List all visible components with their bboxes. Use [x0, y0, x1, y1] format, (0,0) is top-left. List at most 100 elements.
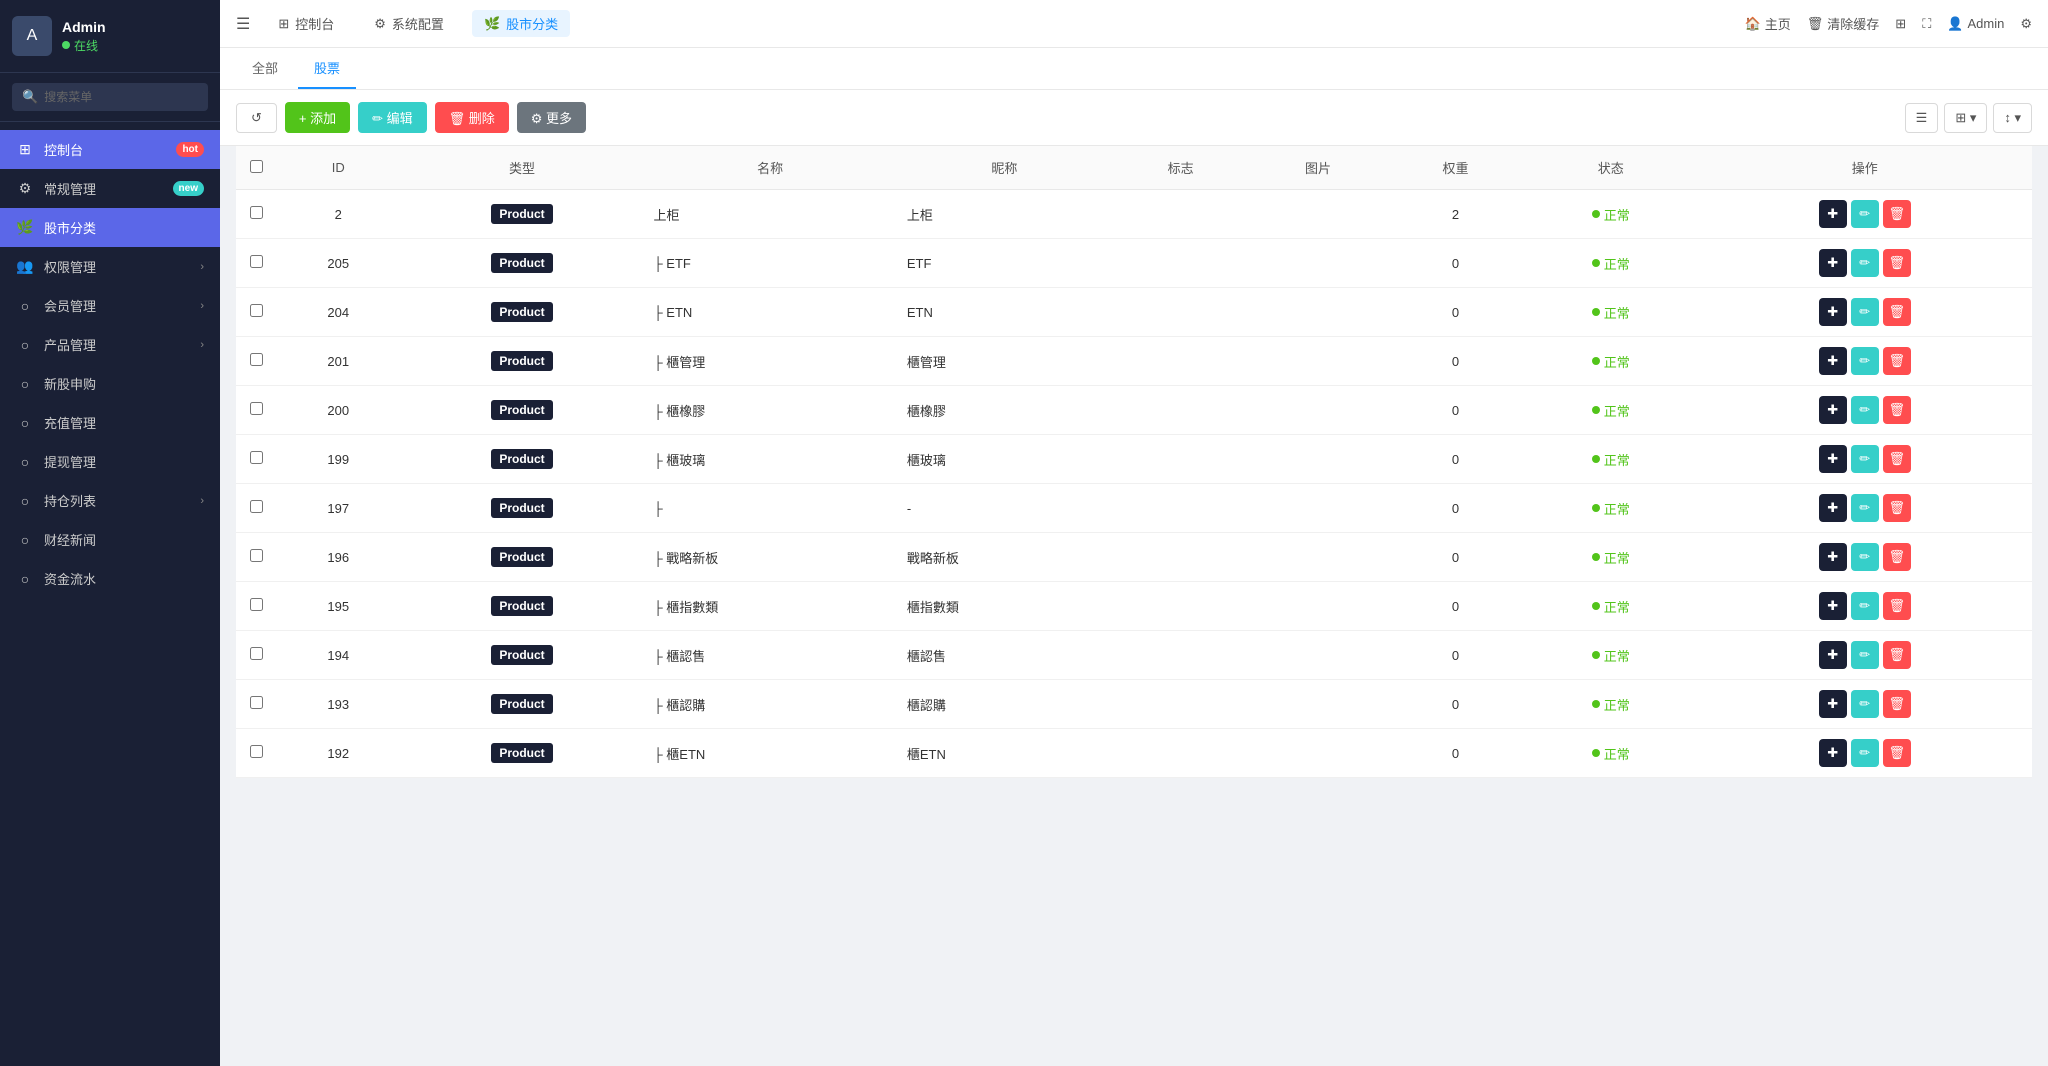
export-button[interactable]: ↕ ▾ [1993, 103, 2032, 133]
row-image [1249, 484, 1386, 533]
row-add-button[interactable]: ✚ [1819, 641, 1847, 669]
search-field-container[interactable]: 🔍 [12, 83, 208, 111]
row-actions: ✚ ✏ 🗑 [1697, 386, 2032, 435]
row-checkbox[interactable] [250, 500, 263, 513]
row-id: 204 [276, 288, 401, 337]
row-checkbox[interactable] [250, 745, 263, 758]
row-delete-button[interactable]: 🗑 [1883, 249, 1911, 277]
row-alias: 櫃認購 [897, 680, 1112, 729]
topnav-tab-sysconfig[interactable]: ⚙ 系统配置 [362, 10, 456, 37]
edit-button[interactable]: ✏ 编辑 [358, 102, 427, 133]
sidebar-item-recharge[interactable]: ○ 充值管理 [0, 403, 220, 442]
row-add-button[interactable]: ✚ [1819, 543, 1847, 571]
tab-stocks[interactable]: 股票 [298, 48, 356, 89]
settings-button[interactable]: ⚙ [2020, 16, 2032, 32]
row-checkbox[interactable] [250, 598, 263, 611]
row-checkbox[interactable] [250, 353, 263, 366]
sidebar-item-positions[interactable]: ○ 持仓列表 › [0, 481, 220, 520]
row-add-button[interactable]: ✚ [1819, 690, 1847, 718]
row-edit-button[interactable]: ✏ [1851, 592, 1879, 620]
row-delete-button[interactable]: 🗑 [1883, 396, 1911, 424]
row-add-button[interactable]: ✚ [1819, 592, 1847, 620]
status-text: 正常 [1604, 597, 1630, 616]
row-edit-button[interactable]: ✏ [1851, 494, 1879, 522]
status-text: 正常 [1604, 303, 1630, 322]
row-checkbox[interactable] [250, 206, 263, 219]
row-delete-button[interactable]: 🗑 [1883, 641, 1911, 669]
row-checkbox[interactable] [250, 255, 263, 268]
row-delete-button[interactable]: 🗑 [1883, 445, 1911, 473]
row-add-button[interactable]: ✚ [1819, 298, 1847, 326]
row-delete-button[interactable]: 🗑 [1883, 739, 1911, 767]
status-badge: 正常 [1534, 450, 1687, 469]
row-edit-button[interactable]: ✏ [1851, 298, 1879, 326]
row-checkbox[interactable] [250, 451, 263, 464]
row-add-button[interactable]: ✚ [1819, 249, 1847, 277]
home-button[interactable]: 🏠 主页 [1745, 14, 1791, 33]
sidebar-item-products[interactable]: ○ 产品管理 › [0, 325, 220, 364]
row-type: Product [401, 631, 644, 680]
more-button[interactable]: ⚙ 更多 [517, 102, 586, 133]
row-delete-button[interactable]: 🗑 [1883, 298, 1911, 326]
user-avatar-button[interactable]: 👤 Admin [1947, 16, 2004, 32]
row-alias: 櫃ETN [897, 729, 1112, 778]
delete-button[interactable]: 🗑 删除 [435, 102, 509, 133]
sidebar-item-withdraw[interactable]: ○ 提现管理 [0, 442, 220, 481]
hamburger-icon[interactable]: ☰ [236, 14, 250, 34]
row-type: Product [401, 239, 644, 288]
row-add-button[interactable]: ✚ [1819, 494, 1847, 522]
tab-all[interactable]: 全部 [236, 48, 294, 89]
badge-hot: hot [176, 142, 204, 157]
row-edit-button[interactable]: ✏ [1851, 445, 1879, 473]
list-view-button[interactable]: ☰ [1905, 103, 1939, 133]
grid-view-button[interactable]: ⊞ ▾ [1944, 103, 1987, 133]
row-delete-button[interactable]: 🗑 [1883, 347, 1911, 375]
sidebar-item-members[interactable]: ○ 会员管理 › [0, 286, 220, 325]
status-badge: 正常 [1534, 205, 1687, 224]
row-edit-button[interactable]: ✏ [1851, 641, 1879, 669]
row-checkbox[interactable] [250, 304, 263, 317]
sidebar-item-capital-flow[interactable]: ○ 资金流水 [0, 559, 220, 598]
row-type: Product [401, 484, 644, 533]
fullscreen-button[interactable]: ⛶ [1922, 16, 1931, 32]
sidebar-item-permissions[interactable]: 👥 权限管理 › [0, 247, 220, 286]
row-delete-button[interactable]: 🗑 [1883, 494, 1911, 522]
row-edit-button[interactable]: ✏ [1851, 739, 1879, 767]
status-badge: 正常 [1534, 352, 1687, 371]
row-actions: ✚ ✏ 🗑 [1697, 190, 2032, 239]
refresh-button[interactable]: ↺ [236, 103, 277, 133]
topnav-tab-dashboard[interactable]: ⊞ 控制台 [266, 10, 346, 37]
row-checkbox[interactable] [250, 647, 263, 660]
row-checkbox[interactable] [250, 549, 263, 562]
sidebar-item-new-shares[interactable]: ○ 新股申购 [0, 364, 220, 403]
sidebar-item-general[interactable]: ⚙ 常规管理 new [0, 169, 220, 208]
row-edit-button[interactable]: ✏ [1851, 200, 1879, 228]
row-edit-button[interactable]: ✏ [1851, 543, 1879, 571]
topnav-tab-stock-category[interactable]: 🌿 股市分类 [472, 10, 570, 37]
row-add-button[interactable]: ✚ [1819, 396, 1847, 424]
row-delete-button[interactable]: 🗑 [1883, 592, 1911, 620]
row-delete-button[interactable]: 🗑 [1883, 543, 1911, 571]
row-add-button[interactable]: ✚ [1819, 445, 1847, 473]
row-weight: 0 [1387, 729, 1524, 778]
row-edit-button[interactable]: ✏ [1851, 690, 1879, 718]
row-checkbox[interactable] [250, 402, 263, 415]
search-input[interactable] [44, 90, 199, 104]
sidebar-item-finance-news[interactable]: ○ 财经新闻 [0, 520, 220, 559]
unknown-button[interactable]: ⊞ [1895, 16, 1906, 32]
row-delete-button[interactable]: 🗑 [1883, 200, 1911, 228]
clear-cache-button[interactable]: 🗑 清除缓存 [1807, 14, 1880, 33]
select-all-checkbox[interactable] [250, 160, 263, 173]
row-add-button[interactable]: ✚ [1819, 347, 1847, 375]
row-delete-button[interactable]: 🗑 [1883, 690, 1911, 718]
row-edit-button[interactable]: ✏ [1851, 396, 1879, 424]
sidebar-item-stock-category[interactable]: 🌿 股市分类 [0, 208, 220, 247]
row-edit-button[interactable]: ✏ [1851, 249, 1879, 277]
row-add-button[interactable]: ✚ [1819, 200, 1847, 228]
status-badge: 正常 [1534, 646, 1687, 665]
add-button[interactable]: + 添加 [285, 102, 350, 133]
row-edit-button[interactable]: ✏ [1851, 347, 1879, 375]
sidebar-item-dashboard[interactable]: ⊞ 控制台 hot [0, 130, 220, 169]
row-checkbox[interactable] [250, 696, 263, 709]
row-add-button[interactable]: ✚ [1819, 739, 1847, 767]
